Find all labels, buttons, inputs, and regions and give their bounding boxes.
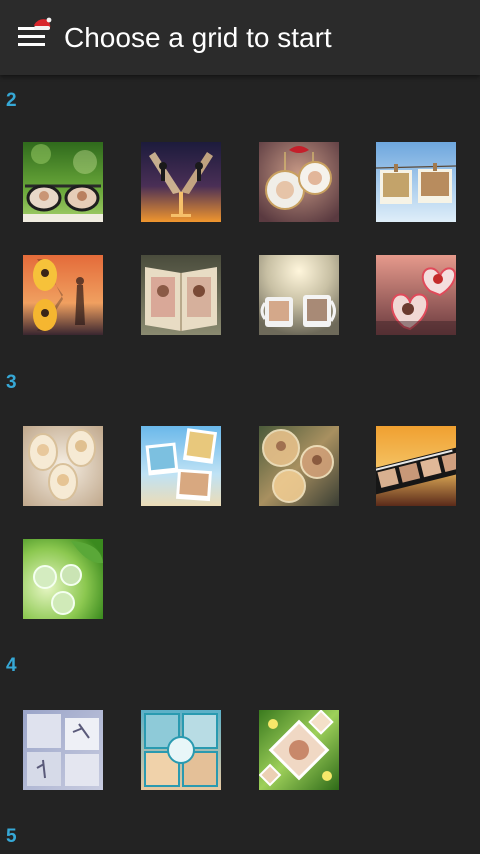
page-title: Choose a grid to start [64,22,332,53]
template-diamond-flowers-collage[interactable] [259,710,339,790]
menu-button[interactable] [12,16,56,56]
template-film-strip-sunset-collage[interactable] [376,426,456,506]
section-label-3: 3 [6,372,17,393]
template-open-book-collage[interactable] [141,255,221,335]
santa-hat-icon [34,17,52,30]
template-glasses-lenses-collage[interactable] [23,142,103,222]
template-beach-polaroids-collage[interactable] [141,426,221,506]
template-perfect-you-collage[interactable] [141,710,221,790]
template-hourglass-sunset-collage[interactable] [23,255,103,335]
section-label-4: 4 [6,655,17,676]
template-dancer-squares-collage[interactable] [23,710,103,790]
template-hanging-polaroids-collage[interactable] [376,142,456,222]
template-water-drops-leaf-collage[interactable] [23,539,103,619]
template-christmas-ornaments-collage[interactable] [259,142,339,222]
section-label-5: 5 [6,826,17,847]
section-label-2: 2 [6,90,17,111]
template-oval-frames-collage[interactable] [23,426,103,506]
template-champagne-glasses-collage[interactable] [141,142,221,222]
template-bubbles-collage[interactable] [259,426,339,506]
app-bar: Choose a grid to start [0,0,480,75]
template-coffee-mugs-collage[interactable] [259,255,339,335]
template-hearts-collage[interactable] [376,255,456,335]
